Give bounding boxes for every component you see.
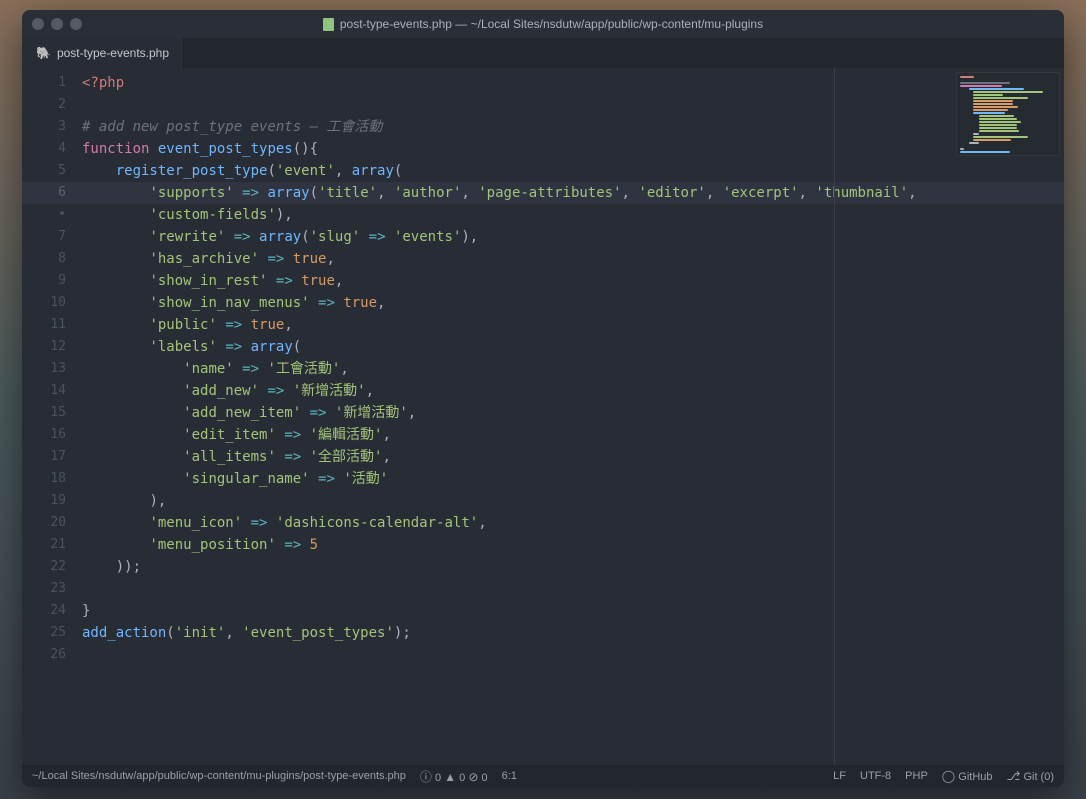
ln: 15 [22, 402, 82, 424]
statusbar: ~/Local Sites/nsdutw/app/public/wp-conte… [22, 765, 1064, 787]
status-git[interactable]: ⎇ Git (0) [1007, 769, 1054, 783]
error-icon: ⊘ [468, 770, 478, 784]
github-icon: ◯ [942, 769, 955, 783]
file-icon [323, 18, 334, 31]
code-area[interactable]: <?php # add new post_type events – 工會活動 … [82, 68, 1064, 765]
ln: 26 [22, 644, 82, 666]
minimap[interactable] [956, 72, 1060, 156]
status-diagnostics[interactable]: ⓘ 0 ▲ 0 ⊘ 0 [420, 768, 488, 785]
status-path[interactable]: ~/Local Sites/nsdutw/app/public/wp-conte… [32, 770, 406, 782]
ln: 1 [22, 72, 82, 94]
ln: 21 [22, 534, 82, 556]
warning-icon: ▲ [444, 770, 456, 784]
ln: 24 [22, 600, 82, 622]
ln: 22 [22, 556, 82, 578]
php-icon: 🐘 [36, 46, 51, 60]
ln: 3 [22, 116, 82, 138]
status-lf[interactable]: LF [833, 770, 846, 782]
tab-label: post-type-events.php [57, 46, 169, 60]
editor-window: post-type-events.php — ~/Local Sites/nsd… [22, 10, 1064, 787]
ln: 13 [22, 358, 82, 380]
git-branch-icon: ⎇ [1007, 769, 1021, 783]
ln-fold: • [22, 204, 82, 226]
title-text: post-type-events.php — ~/Local Sites/nsd… [340, 17, 763, 31]
ln: 11 [22, 314, 82, 336]
tab-file[interactable]: 🐘 post-type-events.php [22, 38, 184, 68]
ln: 2 [22, 94, 82, 116]
ln: 20 [22, 512, 82, 534]
ln: 23 [22, 578, 82, 600]
status-github[interactable]: ◯ GitHub [942, 769, 993, 783]
status-encoding[interactable]: UTF-8 [860, 770, 891, 782]
tabbar[interactable]: 🐘 post-type-events.php [22, 38, 1064, 68]
ln: 16 [22, 424, 82, 446]
window-title: post-type-events.php — ~/Local Sites/nsd… [22, 17, 1064, 31]
ln: 25 [22, 622, 82, 644]
ln: 5 [22, 160, 82, 182]
ln: 10 [22, 292, 82, 314]
ln: 14 [22, 380, 82, 402]
editor-body[interactable]: 1 2 3 4 5 6 • 7 8 9 10 11 12 13 14 15 16… [22, 68, 1064, 765]
ln: 19 [22, 490, 82, 512]
desktop: post-type-events.php — ~/Local Sites/nsd… [0, 0, 1086, 799]
ruler [834, 68, 835, 765]
info-icon: ⓘ [420, 770, 432, 784]
ln: 4 [22, 138, 82, 160]
ln-current: 6 [22, 182, 82, 204]
ln: 17 [22, 446, 82, 468]
ln: 18 [22, 468, 82, 490]
status-cursor[interactable]: 6:1 [502, 770, 517, 782]
ln: 12 [22, 336, 82, 358]
status-lang[interactable]: PHP [905, 770, 928, 782]
ln: 8 [22, 248, 82, 270]
ln: 9 [22, 270, 82, 292]
titlebar[interactable]: post-type-events.php — ~/Local Sites/nsd… [22, 10, 1064, 38]
ln: 7 [22, 226, 82, 248]
gutter: 1 2 3 4 5 6 • 7 8 9 10 11 12 13 14 15 16… [22, 68, 82, 765]
